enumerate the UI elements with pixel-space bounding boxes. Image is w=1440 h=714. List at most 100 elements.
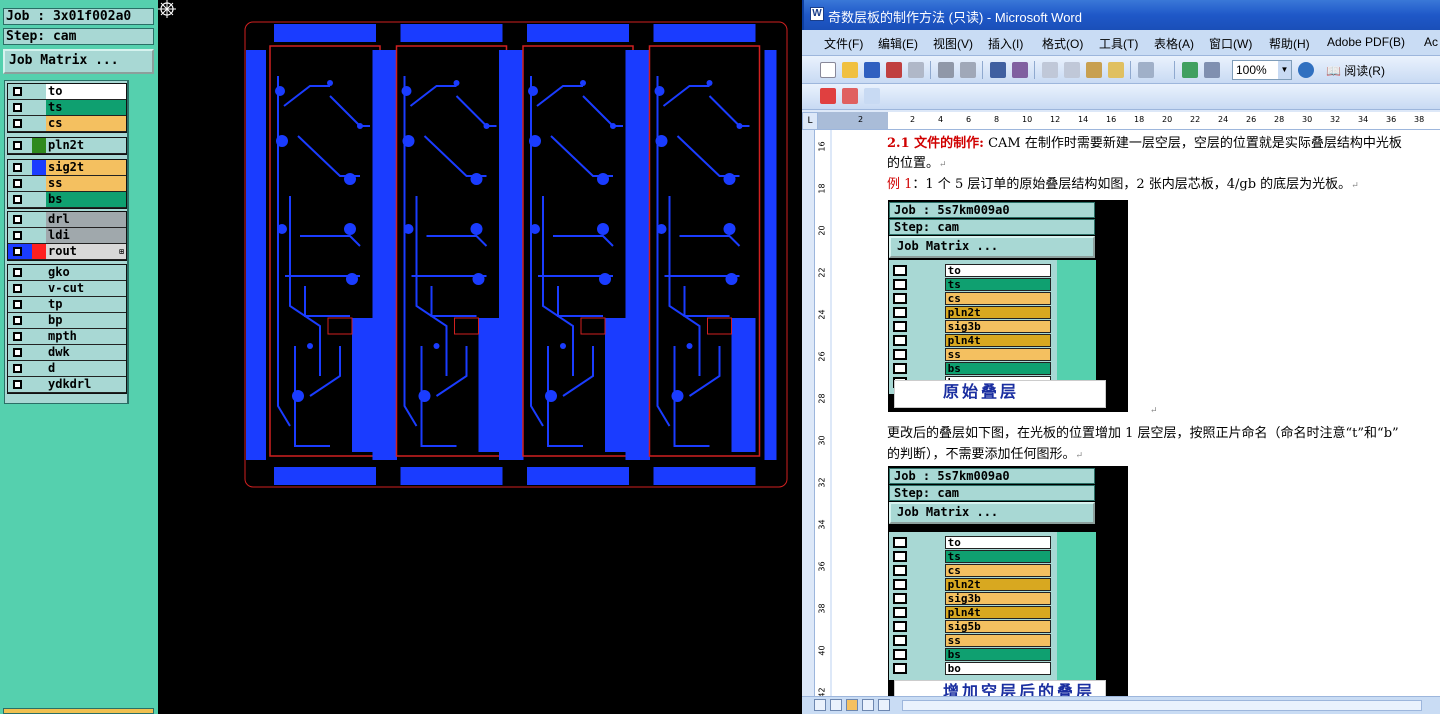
layer-color-swatch[interactable] xyxy=(32,265,46,280)
layer-row-ldi[interactable]: ldi xyxy=(8,228,126,244)
save-icon[interactable] xyxy=(864,62,880,78)
layer-checkbox[interactable] xyxy=(8,138,32,153)
layer-row-mpth[interactable]: mpth xyxy=(8,329,126,345)
layer-row-dwk[interactable]: dwk xyxy=(8,345,126,361)
layer-list-scrollbar[interactable] xyxy=(128,80,154,404)
cut-icon[interactable] xyxy=(1042,62,1058,78)
layer-checkbox[interactable] xyxy=(8,329,32,344)
layer-row-rout[interactable]: rout ⊞ xyxy=(8,244,126,260)
expand-icon[interactable]: ⊞ xyxy=(119,245,124,259)
layer-name[interactable]: ts xyxy=(46,100,126,115)
layer-color-swatch[interactable] xyxy=(32,212,46,227)
normal-view-icon[interactable] xyxy=(814,699,826,711)
layer-color-swatch[interactable] xyxy=(32,100,46,115)
layer-checkbox[interactable] xyxy=(8,192,32,207)
format-painter-icon[interactable] xyxy=(1108,62,1124,78)
menu-adobe-pdf[interactable]: Adobe PDF(B) xyxy=(1327,35,1405,49)
layer-row-ydkdrl[interactable]: ydkdrl xyxy=(8,377,126,393)
print-view-icon[interactable] xyxy=(846,699,858,711)
document-page[interactable]: 2.1 文件的制作: CAM 在制作时需要新建一层空层，空层的位置就是实际叠层结… xyxy=(832,130,1440,696)
layer-color-swatch[interactable] xyxy=(32,297,46,312)
layer-row-bs[interactable]: bs xyxy=(8,192,126,208)
layer-name[interactable]: ydkdrl xyxy=(46,377,126,392)
outline-view-icon[interactable] xyxy=(862,699,874,711)
reading-view-icon[interactable] xyxy=(878,699,890,711)
layer-row-ss[interactable]: ss xyxy=(8,176,126,192)
new-doc-icon[interactable] xyxy=(820,62,836,78)
pdf-convert-icon[interactable] xyxy=(820,88,836,104)
layer-color-swatch[interactable] xyxy=(32,116,46,131)
menu-view[interactable]: 视图(V) xyxy=(933,35,973,52)
print-preview-icon[interactable] xyxy=(960,62,976,78)
layer-name[interactable]: gko xyxy=(46,265,126,280)
open-folder-icon[interactable] xyxy=(842,62,858,78)
layer-color-swatch[interactable] xyxy=(32,160,46,175)
layer-checkbox[interactable] xyxy=(8,100,32,115)
layer-checkbox[interactable] xyxy=(8,116,32,131)
menu-file[interactable]: 文件(F) xyxy=(824,35,863,52)
undo-icon[interactable] xyxy=(1138,62,1154,78)
layer-name[interactable]: ldi xyxy=(46,228,126,243)
layer-checkbox[interactable] xyxy=(8,176,32,191)
spelling-icon[interactable] xyxy=(990,62,1006,78)
layer-color-swatch[interactable] xyxy=(32,228,46,243)
layer-color-swatch[interactable] xyxy=(32,329,46,344)
reading-mode-button[interactable]: 📖 阅读(R) xyxy=(1326,62,1385,79)
layer-color-swatch[interactable] xyxy=(32,377,46,392)
copy-icon[interactable] xyxy=(1064,62,1080,78)
layer-name[interactable]: bp xyxy=(46,313,126,328)
menu-insert[interactable]: 插入(I) xyxy=(988,35,1023,52)
menu-format[interactable]: 格式(O) xyxy=(1042,35,1083,52)
email-icon[interactable] xyxy=(908,62,924,78)
layer-row-cs[interactable]: cs xyxy=(8,116,126,132)
layer-checkbox[interactable] xyxy=(8,160,32,175)
layer-name[interactable]: pln2t xyxy=(46,138,126,153)
layer-checkbox[interactable] xyxy=(8,265,32,280)
layer-row-drl[interactable]: drl xyxy=(8,212,126,228)
job-matrix-button[interactable]: Job Matrix ... xyxy=(3,49,154,74)
menu-acrobat[interactable]: Ac xyxy=(1424,35,1438,49)
paste-icon[interactable] xyxy=(1086,62,1102,78)
layer-name[interactable]: ss xyxy=(46,176,126,191)
layer-checkbox[interactable] xyxy=(8,212,32,227)
help-icon[interactable] xyxy=(1298,62,1314,78)
menu-tools[interactable]: 工具(T) xyxy=(1099,35,1138,52)
print-icon[interactable] xyxy=(938,62,954,78)
layer-row-sig2t[interactable]: sig2t xyxy=(8,160,126,176)
layer-row-d[interactable]: d xyxy=(8,361,126,377)
layer-name[interactable]: sig2t xyxy=(46,160,126,175)
layer-checkbox[interactable] xyxy=(8,281,32,296)
layer-checkbox[interactable] xyxy=(8,228,32,243)
layer-color-swatch[interactable] xyxy=(32,281,46,296)
menu-table[interactable]: 表格(A) xyxy=(1154,35,1194,52)
layer-name[interactable]: v-cut xyxy=(46,281,126,296)
layer-color-swatch[interactable] xyxy=(32,361,46,376)
cam-graphic-canvas[interactable] xyxy=(158,0,802,714)
layer-name[interactable]: mpth xyxy=(46,329,126,344)
menu-help[interactable]: 帮助(H) xyxy=(1269,35,1310,52)
layer-checkbox[interactable] xyxy=(8,313,32,328)
insert-table-icon[interactable] xyxy=(1204,62,1220,78)
layer-color-swatch[interactable] xyxy=(32,244,46,259)
layer-name[interactable]: d xyxy=(46,361,126,376)
layer-name[interactable]: dwk xyxy=(46,345,126,360)
research-icon[interactable] xyxy=(1012,62,1028,78)
layer-name[interactable]: drl xyxy=(46,212,126,227)
toolbar-options-icon[interactable] xyxy=(864,88,880,104)
layer-name[interactable]: cs xyxy=(46,116,126,131)
word-titlebar[interactable]: W 奇数层板的制作方法 (只读) - Microsoft Word xyxy=(802,0,1440,30)
menu-edit[interactable]: 编辑(E) xyxy=(878,35,918,52)
layer-row-gko[interactable]: gko xyxy=(8,265,126,281)
layer-name[interactable]: tp xyxy=(46,297,126,312)
layer-row-ts[interactable]: ts xyxy=(8,100,126,116)
layer-checkbox[interactable] xyxy=(8,345,32,360)
layer-row-v-cut[interactable]: v-cut xyxy=(8,281,126,297)
layer-color-swatch[interactable] xyxy=(32,345,46,360)
layer-color-swatch[interactable] xyxy=(32,138,46,153)
layer-color-swatch[interactable] xyxy=(32,176,46,191)
layer-checkbox[interactable] xyxy=(8,84,32,99)
layer-checkbox[interactable] xyxy=(8,244,32,259)
layer-color-swatch[interactable] xyxy=(32,313,46,328)
layer-color-swatch[interactable] xyxy=(32,192,46,207)
tab-selector[interactable]: L xyxy=(802,112,818,130)
